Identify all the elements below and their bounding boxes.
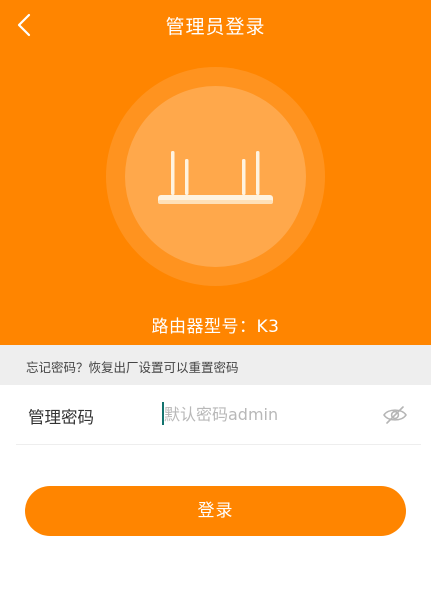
eye-hidden-icon (383, 406, 407, 424)
password-row: 管理密码 (16, 385, 421, 445)
login-button[interactable]: 登录 (25, 486, 406, 536)
header: 管理员登录 路由器型号：K3 (0, 0, 431, 345)
password-input[interactable] (164, 399, 364, 429)
password-label: 管理密码 (28, 408, 94, 427)
router-model-label: 路由器型号：K3 (151, 317, 280, 337)
page-title: 管理员登录 (165, 16, 266, 38)
reset-hint-text: 忘记密码？恢复出厂设置可以重置密码 (26, 360, 239, 375)
reset-hint-bar: 忘记密码？恢复出厂设置可以重置密码 (0, 345, 431, 385)
router-icon (158, 151, 273, 204)
toggle-visibility-button[interactable] (382, 404, 408, 426)
